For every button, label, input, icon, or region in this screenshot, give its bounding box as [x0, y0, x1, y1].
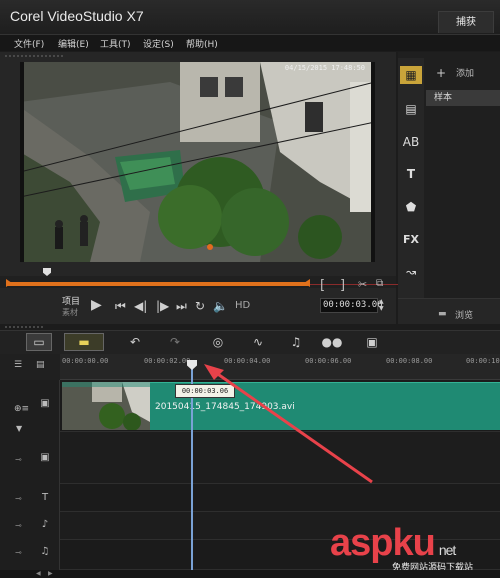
menu-edit[interactable]: 编辑(E)	[58, 37, 89, 50]
title-icon[interactable]: T	[400, 165, 422, 183]
browse-button[interactable]: 浏览	[455, 308, 473, 321]
menu-tools[interactable]: 工具(T)	[100, 37, 131, 50]
scroll-right-icon[interactable]: ▶	[48, 570, 53, 577]
volume-icon[interactable]: 🔈	[213, 299, 228, 313]
library-footer	[398, 298, 500, 324]
ripple-edit-icon[interactable]: ⊕≡	[14, 404, 29, 414]
ruler-tick: 00:00:08.00	[386, 357, 433, 365]
ruler-tick: 00:00:10	[466, 357, 500, 365]
repeat-icon[interactable]: ↻	[195, 299, 205, 313]
voice-track-icon[interactable]: ♪	[36, 519, 54, 533]
play-icon[interactable]: ▶	[91, 297, 102, 313]
watermark-suffix: net	[438, 542, 456, 558]
redo-icon[interactable]: ↷	[163, 334, 187, 350]
hd-toggle[interactable]: HD	[235, 300, 250, 311]
lock-icon[interactable]: ⊸	[15, 548, 22, 557]
panel-grip[interactable]	[4, 54, 64, 58]
timecode-spinner[interactable]: ▲ ▼	[379, 298, 387, 313]
sound-mixer-icon[interactable]: ∿	[246, 334, 270, 350]
video-frame-image	[20, 62, 375, 262]
video-preview: 04/15/2015 17:48:50	[20, 62, 375, 262]
subtitle-editor-icon[interactable]: ▣	[360, 334, 384, 350]
annotation-arrow	[204, 364, 373, 484]
mark-out-button[interactable]: ]	[340, 278, 345, 293]
lock-icon[interactable]: ⊸	[15, 455, 22, 464]
add-icon[interactable]: +	[436, 66, 446, 80]
overlay-track-icon[interactable]: ▣	[36, 452, 54, 466]
enlarge-icon[interactable]: ⧉	[376, 278, 383, 289]
scroll-left-icon[interactable]: ◀	[36, 570, 41, 577]
app-title: Corel VideoStudio X7	[10, 8, 144, 24]
mode-project[interactable]: 项目	[62, 294, 80, 307]
graphic-icon[interactable]: ⬟	[400, 198, 422, 216]
end-icon[interactable]: ⏭	[176, 299, 187, 314]
ruler-tick: 00:00:00.00	[62, 357, 109, 365]
track-manager-icon[interactable]: ☰	[14, 360, 22, 370]
browse-icon[interactable]: ▬	[438, 309, 447, 319]
motion-tracking-icon[interactable]: ●●	[320, 334, 344, 350]
title-track-icon[interactable]: T	[36, 492, 54, 506]
record-capture-icon[interactable]: ◎	[206, 334, 230, 350]
video-timestamp: 04/15/2015 17:48:50	[284, 64, 365, 72]
path-icon[interactable]: ↝	[400, 263, 422, 281]
library-icon-column	[398, 58, 424, 324]
menu-settings[interactable]: 设定(S)	[143, 37, 174, 50]
mode-clip[interactable]: 素材	[62, 307, 78, 318]
menu-help[interactable]: 帮助(H)	[186, 37, 218, 50]
mark-in-button[interactable]: [	[320, 278, 325, 293]
clip-thumbnail	[62, 382, 150, 430]
chapter-icon[interactable]: ▤	[36, 360, 45, 370]
home-icon[interactable]: ⏮	[115, 299, 126, 314]
scissors-icon[interactable]: ✂	[358, 278, 367, 291]
timecode-field[interactable]: 00:00:03.06	[320, 298, 383, 313]
clip-thumbnail-image	[62, 382, 150, 430]
ruler-tick: 00:00:02.00	[144, 357, 191, 365]
library-folder-sample[interactable]: 样本	[426, 90, 500, 106]
undo-icon[interactable]: ↶	[123, 334, 147, 350]
video-track-icon[interactable]: ▣	[36, 398, 54, 412]
ruler-controls: ☰ ▤	[0, 354, 60, 380]
auto-music-icon[interactable]: ♫	[284, 334, 308, 350]
watermark-main: aspku	[330, 522, 436, 564]
lock-icon[interactable]: ⊸	[15, 494, 22, 503]
panel-splitter[interactable]	[4, 325, 44, 329]
media-icon[interactable]: ▦	[400, 66, 422, 84]
status-bar: ◀ ▶	[0, 570, 500, 578]
add-folder-button[interactable]: 添加	[456, 66, 474, 79]
scrubber-rail[interactable]	[6, 282, 310, 286]
timeline-view-icon[interactable]: ▬	[64, 333, 104, 351]
transition-icon[interactable]: AB	[400, 133, 422, 151]
instant-project-icon[interactable]: ▤	[400, 100, 422, 118]
watermark-logo: aspku net	[330, 522, 456, 565]
fx-icon[interactable]: FX	[400, 231, 422, 249]
storyboard-view-icon[interactable]: ▭	[26, 333, 52, 351]
next-frame-icon[interactable]: |▶	[156, 299, 169, 313]
previous-frame-icon[interactable]: ◀|	[134, 299, 147, 313]
music-track-icon[interactable]: ♫	[36, 546, 54, 560]
menu-file[interactable]: 文件(F)	[14, 37, 44, 50]
tab-capture[interactable]: 捕获	[438, 11, 494, 33]
menu-bar: 文件(F) 编辑(E) 工具(T) 设定(S) 帮助(H)	[0, 34, 500, 51]
lock-icon[interactable]: ⊸	[15, 521, 22, 530]
chevron-down-icon[interactable]: ▼	[16, 424, 22, 433]
